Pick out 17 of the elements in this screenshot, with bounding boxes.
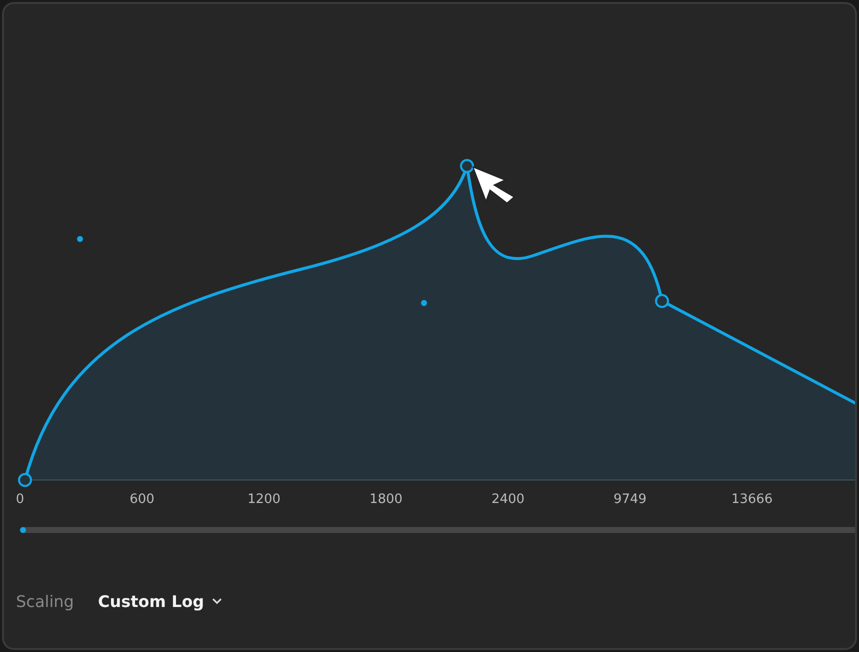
control-handle[interactable] [77, 236, 83, 242]
scroll-thumb[interactable] [20, 527, 26, 533]
axis-label: 9749 [613, 492, 647, 507]
curve-point[interactable] [460, 159, 474, 173]
scaling-dropdown[interactable]: Custom Log [98, 592, 222, 611]
curve-point[interactable] [18, 473, 32, 487]
cursor-icon [472, 166, 515, 204]
curve-point[interactable] [655, 294, 669, 308]
control-handle[interactable] [421, 300, 427, 306]
axis-label: 13666 [731, 492, 773, 507]
scaling-label: Scaling [16, 592, 74, 611]
axis-label: 0 [16, 492, 24, 507]
axis-label: 2400 [491, 492, 525, 507]
chevron-icon [212, 598, 222, 605]
axis-label: 1800 [369, 492, 403, 507]
axis-label: 600 [130, 492, 154, 507]
axis-label: 1200 [247, 492, 281, 507]
